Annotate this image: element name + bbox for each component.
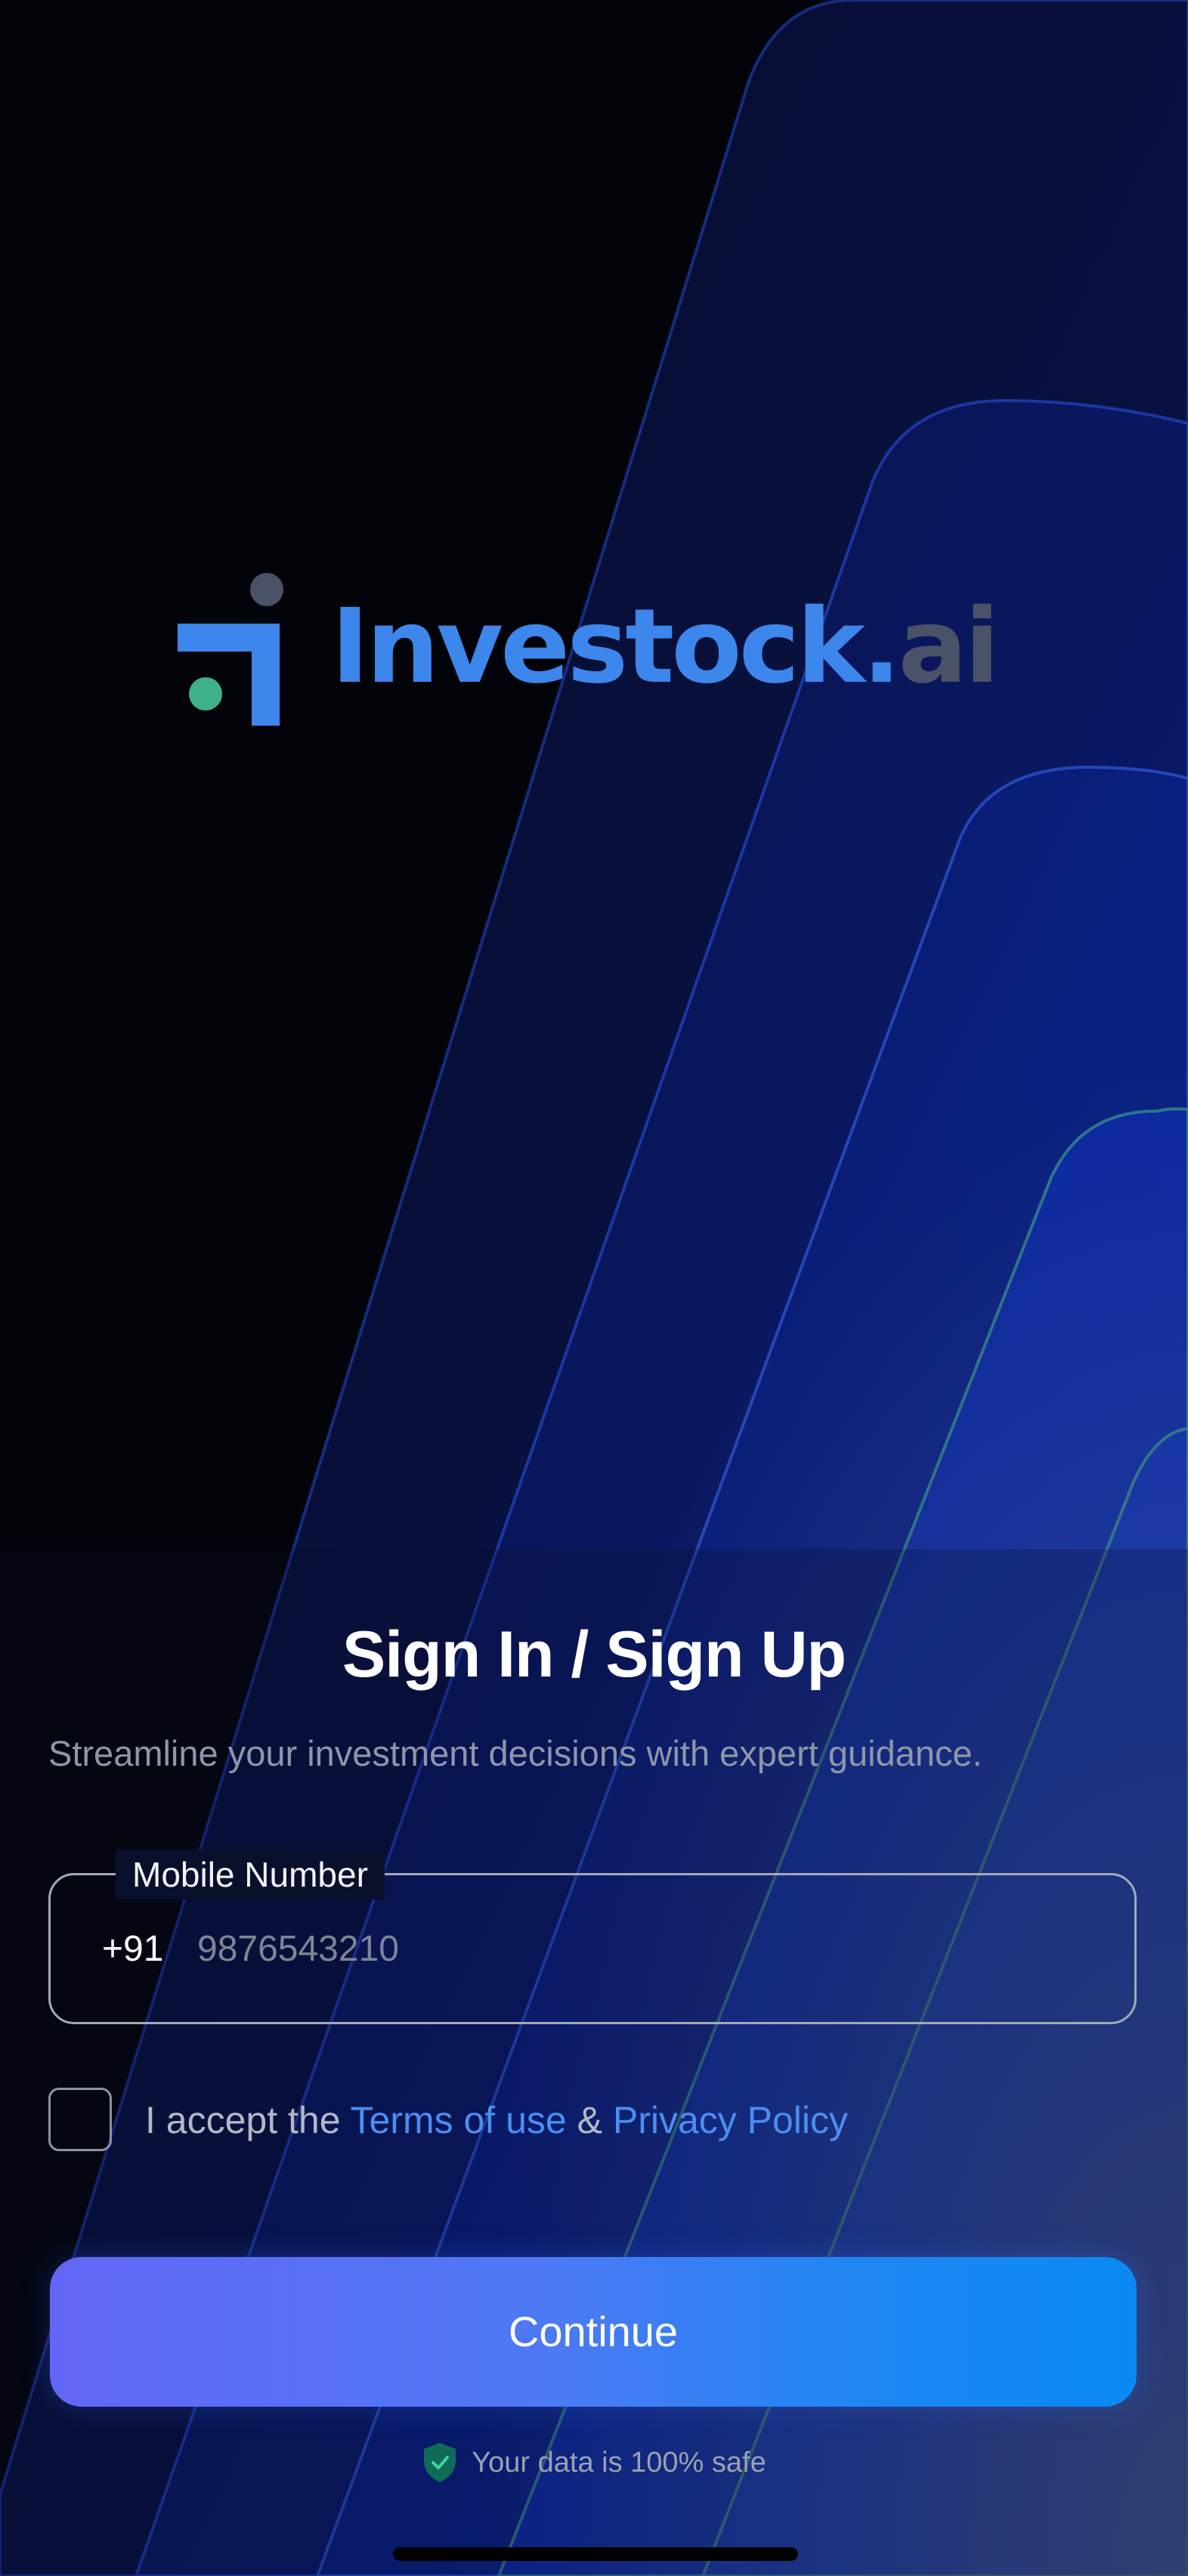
mobile-number-label: Mobile Number	[116, 1850, 385, 1899]
privacy-policy-link[interactable]: Privacy Policy	[613, 2099, 848, 2141]
app-logo: Investock.ai	[174, 567, 1005, 741]
brand-name: Investock	[331, 587, 865, 707]
terms-of-use-link[interactable]: Terms of use	[350, 2099, 566, 2141]
brand-tld: ai	[898, 587, 999, 707]
page-title: Sign In / Sign Up	[342, 1618, 846, 1691]
data-safe-text: Your data is 100% safe	[472, 2446, 766, 2478]
brand-wordmark: Investock.ai	[331, 596, 1000, 698]
terms-checkbox[interactable]	[48, 2088, 112, 2151]
terms-separator: &	[566, 2099, 613, 2141]
sign-in-screen: Investock.ai Sign In / Sign Up Streamlin…	[0, 0, 1188, 2576]
terms-text: I accept the Terms of use & Privacy Poli…	[145, 2098, 848, 2142]
continue-button[interactable]: Continue	[50, 2257, 1137, 2407]
page-subtitle: Streamline your investment decisions wit…	[48, 1733, 982, 1773]
shield-check-icon	[424, 2443, 456, 2482]
country-code[interactable]: +91	[102, 1928, 163, 1970]
data-safe-notice: Your data is 100% safe	[0, 2441, 1188, 2487]
background-artwork	[0, 0, 1188, 2576]
mobile-number-input[interactable]	[196, 1918, 1068, 1980]
terms-prefix: I accept the	[145, 2099, 351, 2141]
home-indicator[interactable]	[393, 2547, 798, 2561]
brand-dot: .	[862, 587, 902, 707]
investock-logo-mark-icon	[178, 573, 283, 726]
terms-row: I accept the Terms of use & Privacy Poli…	[48, 2088, 1137, 2151]
mobile-number-field[interactable]: Mobile Number +91	[48, 1850, 1137, 2024]
